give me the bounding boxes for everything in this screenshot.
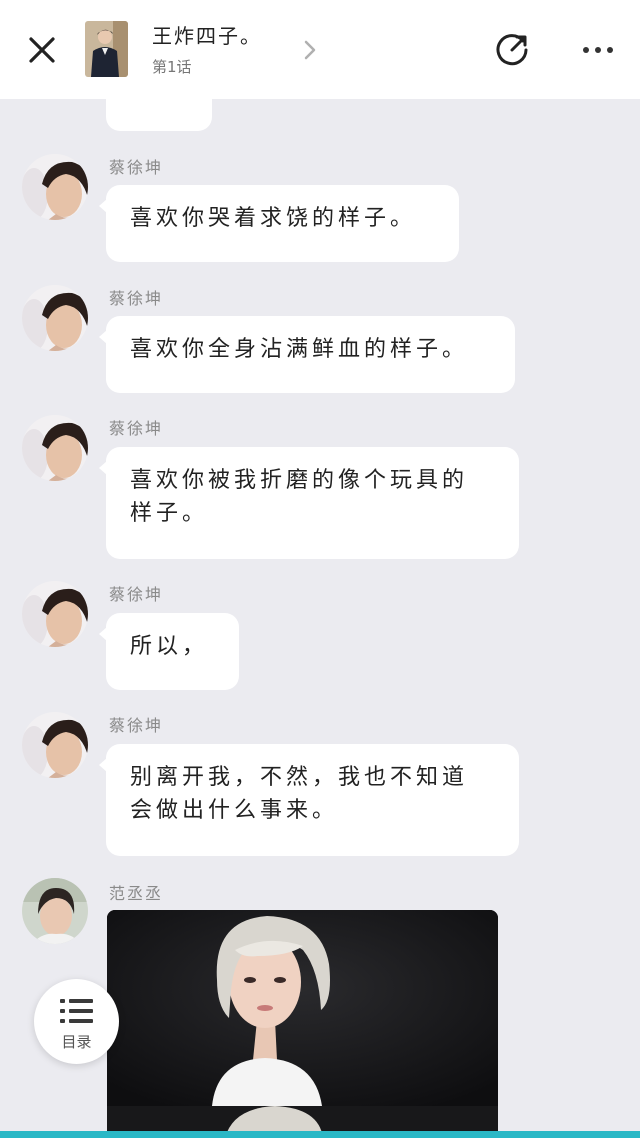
story-cover-thumbnail[interactable] [85,21,128,77]
avatar[interactable] [22,581,88,647]
toc-label: 目录 [61,1033,92,1051]
more-button[interactable] [578,38,618,62]
message-text: 别离开我，不然，我也不知道会做出什么事来。 [130,765,469,823]
sender-name: 蔡徐坤 [109,289,164,308]
sender-name: 蔡徐坤 [109,585,164,604]
close-button[interactable] [22,30,62,70]
avatar[interactable] [22,285,88,351]
message-bubble: 喜欢你全身沾满鲜血的样子。 [99,316,515,393]
list-icon [60,999,93,1023]
message-text: 喜欢你全身沾满鲜血的样子。 [130,337,469,362]
message-text: 喜欢你被我折磨的像个玩具的样子。 [130,468,469,526]
more-icon [583,47,589,53]
message-photo[interactable] [107,910,498,1138]
story-title[interactable]: 王炸四子。 [152,20,262,49]
sender-name: 蔡徐坤 [109,419,164,438]
message-bubble: 别离开我，不然，我也不知道会做出什么事来。 [99,744,519,856]
sender-name: 范丞丞 [109,884,164,903]
avatar[interactable] [22,415,88,481]
chat-reader-screen: 王炸四子。 第1话 蔡徐坤 喜欢你哭着求饶的样子。 蔡徐坤 喜欢你全身沾满鲜血的… [0,0,640,1138]
message-bubble: 所以， [99,613,239,690]
avatar[interactable] [22,712,88,778]
chapter-label: 第1话 [152,58,192,76]
chevron-right-icon[interactable] [300,37,320,63]
top-bar: 王炸四子。 第1话 [0,0,640,99]
message-text: 喜欢你哭着求饶的样子。 [130,206,417,231]
sender-name: 蔡徐坤 [109,716,164,735]
avatar[interactable] [22,878,88,944]
message-bubble: 喜欢你被我折磨的像个玩具的样子。 [99,447,519,559]
share-icon[interactable] [493,31,531,69]
toc-button[interactable]: 目录 [34,979,119,1064]
sender-name: 蔡徐坤 [109,158,164,177]
close-icon [29,37,55,63]
message-text: 所以， [130,634,209,659]
message-bubble: 喜欢你哭着求饶的样子。 [99,185,459,262]
bottom-accent-bar [0,1131,640,1138]
avatar[interactable] [22,154,88,220]
